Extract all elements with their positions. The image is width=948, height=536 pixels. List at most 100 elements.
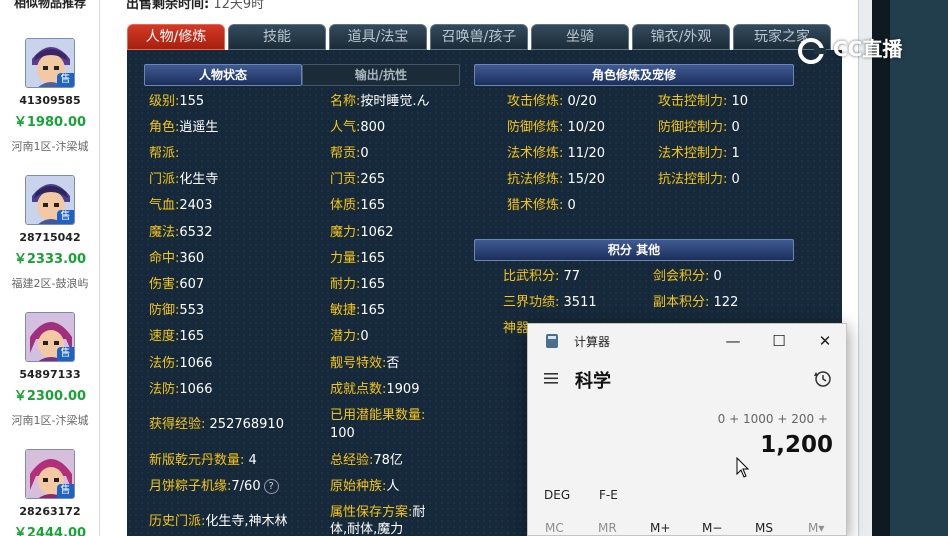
sale-badge: 售 <box>57 73 74 87</box>
stat-qianyuan: 新版乾元丹数量: 4 <box>149 453 257 468</box>
listing-server: 福建2区-鼓浪屿 <box>11 277 89 290</box>
watermark-text: CC直播 <box>832 37 903 61</box>
mc-button[interactable]: MC <box>545 521 564 535</box>
stat-agility: 敏捷:165 <box>330 303 386 318</box>
minimize-button[interactable]: — <box>710 324 756 358</box>
m-plus-button[interactable]: M+ <box>650 521 670 535</box>
deg-button[interactable]: DEG <box>544 488 570 502</box>
stat-save-plan: 属性保存方案:耐 <box>330 505 426 520</box>
close-button[interactable]: ✕ <box>802 324 846 358</box>
calculator-mode: 科学 <box>575 371 611 392</box>
stat-guild-contribution: 帮贡:0 <box>330 146 369 161</box>
cultivation-section-header: 角色修炼及宠修 <box>474 64 794 86</box>
mr-button[interactable]: MR <box>598 521 617 535</box>
stat-constitution: 体质:165 <box>330 198 386 213</box>
tab-mounts[interactable]: 坐骑 <box>531 24 629 50</box>
stat-zongzi-chance: 月饼粽子机缘:7/60? <box>149 479 279 495</box>
history-icon[interactable] <box>812 368 834 390</box>
maximize-button[interactable]: ☐ <box>756 324 802 358</box>
control-magic: 法术控制力: 1 <box>658 146 740 161</box>
listing-id: 28715042 <box>19 231 81 244</box>
calculator-title: 计算器 <box>574 335 611 349</box>
window-edge <box>872 0 890 536</box>
calculator-expression: 0 + 1000 + 200 + <box>717 412 828 426</box>
cultivation-resist: 抗法修炼: 15/20 <box>507 172 605 187</box>
tab-summons-children[interactable]: 召唤兽/孩子 <box>430 24 528 50</box>
tab-items-treasures[interactable]: 道具/法宝 <box>329 24 427 50</box>
control-attack: 攻击控制力: 10 <box>658 94 749 109</box>
tab-skills[interactable]: 技能 <box>228 24 326 50</box>
live-logo-icon <box>798 37 826 64</box>
sale-badge: 售 <box>57 347 74 361</box>
listing-id: 54897133 <box>19 368 81 381</box>
calculator-mode-row: 科学 <box>528 364 846 396</box>
sale-time-value: 12天9时 <box>213 0 265 12</box>
stat-hp: 气血:2403 <box>149 198 213 213</box>
sale-time-label: 出售剩余时间: <box>126 0 210 12</box>
stat-origin-race: 原始种族:人 <box>330 479 400 494</box>
listing-price: ￥1980.00 <box>13 115 87 130</box>
stat-vanity-effect: 靓号特效:否 <box>330 356 400 371</box>
listing-server: 河南1区-汴梁城 <box>11 414 89 427</box>
listing-id: 28263172 <box>19 505 81 518</box>
stat-popularity: 人气:800 <box>330 120 386 135</box>
stat-magic-damage: 法伤:1066 <box>149 356 213 371</box>
listing-price: ￥2444.00 <box>13 526 87 536</box>
status-section-header[interactable]: 人物状态 <box>144 64 302 86</box>
stat-strength: 力量:165 <box>330 251 386 266</box>
stat-potential: 潜力:0 <box>330 329 369 344</box>
points-section-header: 积分 其他 <box>474 239 794 261</box>
cultivation-hunting: 猎术修炼: 0 <box>507 198 576 213</box>
avatar[interactable]: 售 <box>25 312 75 362</box>
hamburger-menu-icon[interactable] <box>542 368 562 388</box>
stat-guild: 帮派: <box>149 146 180 161</box>
points-sword: 剑会积分: 0 <box>653 269 722 284</box>
ms-button[interactable]: MS <box>755 521 773 535</box>
points-pvp: 比武积分: 77 <box>503 269 581 284</box>
stat-sect: 门派:化生寺 <box>149 172 219 187</box>
points-artifact: 神器 <box>503 321 530 336</box>
stat-sect-contribution: 门贡:265 <box>330 172 386 187</box>
stat-potion-count: 已用潜能果数量: <box>330 408 426 423</box>
control-defense: 防御控制力: 0 <box>658 120 740 135</box>
m-minus-button[interactable]: M− <box>702 521 722 535</box>
calculator-app-icon <box>546 334 558 348</box>
points-dungeon: 副本积分: 122 <box>653 295 739 310</box>
listing-server: 河南1区-汴梁城 <box>11 140 89 153</box>
avatar[interactable]: 售 <box>25 38 75 88</box>
avatar[interactable]: 售 <box>25 449 75 499</box>
output-resist-section-header[interactable]: 输出/抗性 <box>302 64 460 86</box>
stat-total-experience: 总经验:78亿 <box>330 453 403 468</box>
cultivation-defense: 防御修炼: 10/20 <box>507 120 605 135</box>
stat-mp: 魔法:6532 <box>149 225 213 240</box>
calculator-result: 1,200 <box>760 432 833 458</box>
stat-level: 级别:155 <box>149 94 205 109</box>
stat-speed: 速度:165 <box>149 329 205 344</box>
listing-price: ￥2300.00 <box>13 389 87 404</box>
help-icon[interactable]: ? <box>263 479 279 494</box>
stat-save-plan-cont: 体,耐体,魔力 <box>330 522 404 536</box>
points-merit: 三界功绩: 3511 <box>503 295 597 310</box>
tab-outfits[interactable]: 锦衣/外观 <box>632 24 730 50</box>
fe-button[interactable]: F-E <box>599 488 618 502</box>
calculator-titlebar[interactable]: 计算器 — ☐ ✕ <box>528 324 846 358</box>
tab-character-cultivation[interactable]: 人物/修炼 <box>127 24 225 50</box>
memory-list-button[interactable]: M▾ <box>808 521 824 535</box>
stat-damage: 伤害:607 <box>149 277 205 292</box>
calculator-window: 计算器 — ☐ ✕ 科学 0 + 1000 + 200 + 1,200 DEG … <box>527 323 847 536</box>
stat-name: 名称:按时睡觉.ん <box>330 94 430 109</box>
stat-endurance: 耐力:165 <box>330 277 386 292</box>
listing-id: 41309585 <box>19 94 81 107</box>
avatar[interactable]: 售 <box>25 175 75 225</box>
cultivation-magic: 法术修炼: 11/20 <box>507 146 605 161</box>
desktop-background <box>890 0 948 536</box>
mouse-cursor-icon <box>736 457 750 478</box>
stat-achievement-points: 成就点数:1909 <box>330 382 420 397</box>
stat-defense: 防御:553 <box>149 303 205 318</box>
stat-experience: 获得经验: 252768910 <box>149 417 284 432</box>
cultivation-attack: 攻击修炼: 0/20 <box>507 94 597 109</box>
stat-history-sect: 历史门派:化生寺,神木林 <box>149 514 288 529</box>
control-resist: 抗法控制力: 0 <box>658 172 740 187</box>
stat-magic-defense: 法防:1066 <box>149 382 213 397</box>
sale-remaining-time: 出售剩余时间: 12天9时 <box>126 0 264 12</box>
